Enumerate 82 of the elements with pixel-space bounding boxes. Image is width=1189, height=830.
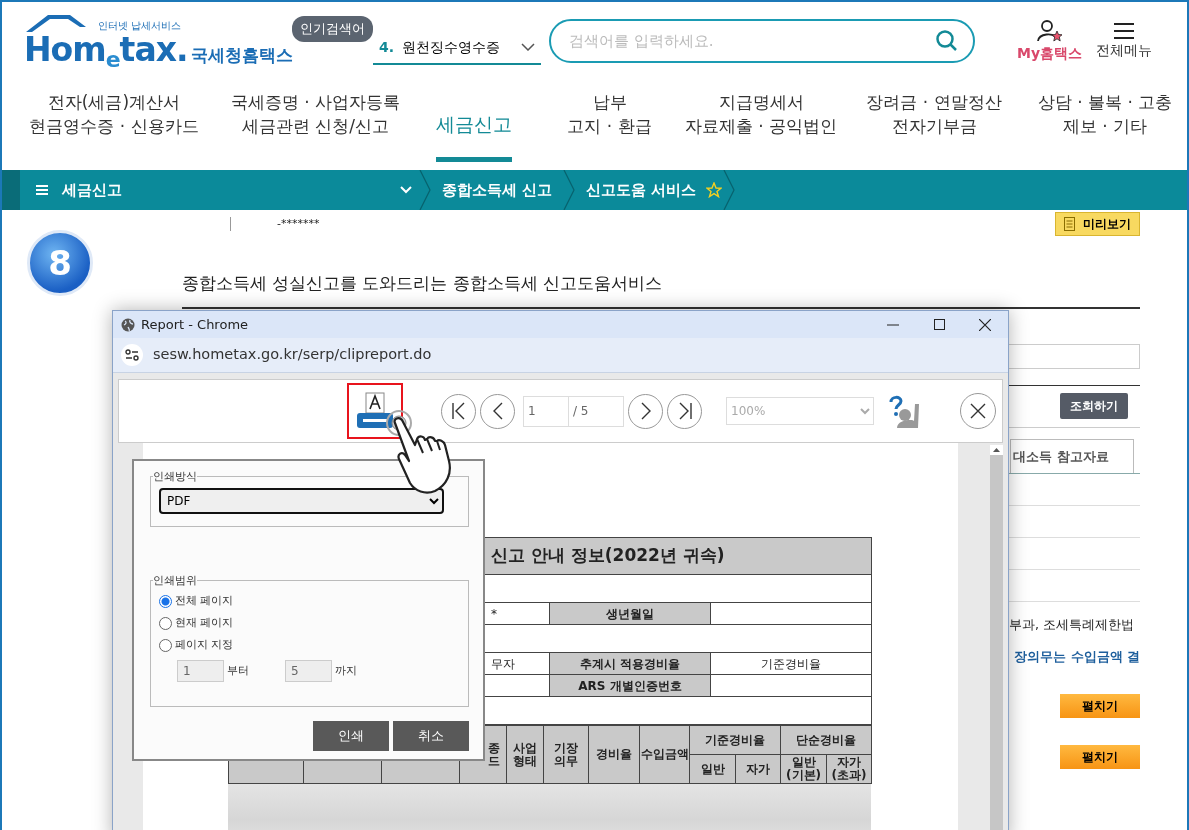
last-page-button[interactable]: [667, 393, 702, 429]
menu-tab[interactable]: 전자(세금)계산서 현금영수증 · 신용카드: [29, 89, 199, 151]
full-menu-button[interactable]: 전체메뉴: [1096, 21, 1153, 61]
search-button[interactable]: 조회하기: [1060, 393, 1128, 420]
breadcrumb-separator: [418, 170, 432, 210]
search-icon[interactable]: [935, 29, 959, 53]
scroll-up-icon[interactable]: [990, 445, 1003, 455]
close-viewer-button[interactable]: [960, 393, 996, 429]
print-button[interactable]: [347, 383, 403, 439]
page-total: / 5: [568, 395, 624, 427]
minimize-icon: [887, 323, 899, 326]
menu-tab[interactable]: 지급명세서 자료제출 · 공익법인: [684, 89, 838, 151]
preview-button[interactable]: 미리보기: [1055, 212, 1140, 236]
printer-icon: [355, 392, 395, 430]
logo-text[interactable]: Hom$_{e}$tax.: [24, 33, 188, 67]
table-header-cell: ARS 개별인증번호: [549, 674, 711, 697]
popular-search-dropdown[interactable]: 4. 원천징수영수증: [373, 31, 541, 65]
dialog-button[interactable]: 인쇄: [313, 721, 389, 751]
table-header-cell: 기장 의무: [543, 725, 589, 784]
section-menu-dropdown[interactable]: 세금신고: [20, 177, 418, 203]
window-title: Report - Chrome: [141, 315, 250, 334]
search-field[interactable]: 검색어를 입력하세요.: [549, 19, 975, 63]
maximize-icon: [933, 319, 945, 330]
first-page-button[interactable]: [441, 393, 476, 429]
table-header-cell: 수입금액: [639, 725, 690, 784]
menu-tab[interactable]: 상담 · 불복 · 고충 제보 · 기타: [1037, 89, 1173, 151]
print-range-legend: 인쇄범위: [153, 575, 197, 586]
logo-name[interactable]: 국세청홈택스: [191, 43, 294, 69]
close-icon: [970, 403, 986, 419]
my-hometax-link[interactable]: My홈택스: [1017, 18, 1083, 64]
user-star-icon: [1036, 18, 1063, 43]
chevron-right-icon: [640, 402, 651, 420]
table-header-cell: 경비율: [588, 725, 640, 784]
dialog-button[interactable]: 취소: [393, 721, 469, 751]
print-method-legend: 인쇄방식: [153, 471, 197, 482]
next-page-button[interactable]: [628, 393, 663, 429]
masked-id-text: -*******: [277, 215, 320, 232]
close-icon: [979, 318, 991, 331]
note-text: 부과, 조세특례제한법: [1009, 615, 1134, 634]
table-header-cell: 사업 형태: [506, 725, 544, 784]
logo-subtitle: 인터넷 납세서비스: [98, 19, 182, 34]
breadcrumb-link[interactable]: 종합소득세 신고: [432, 178, 563, 202]
menu-tab[interactable]: 세금신고: [435, 111, 512, 151]
input-field[interactable]: [1008, 343, 1140, 369]
chevron-down-icon: [400, 186, 412, 194]
radio-button[interactable]: [159, 616, 172, 630]
radio-button[interactable]: [159, 594, 172, 608]
print-method-select[interactable]: PDF: [159, 488, 444, 514]
menu-tab[interactable]: 국세증명 · 사업자등록 세금관련 신청/신고: [230, 89, 401, 151]
page-number-field[interactable]: 1: [523, 395, 568, 427]
breadcrumb-link[interactable]: 신고도움 서비스: [576, 178, 707, 202]
globe-icon: [121, 317, 135, 332]
note-link[interactable]: 장의무는 수입금액 결: [1014, 647, 1140, 667]
menu-tab[interactable]: 장려금 · 연말정산 전자기부금: [866, 89, 1002, 151]
breadcrumb-separator: [722, 170, 737, 210]
scrollbar[interactable]: [990, 447, 1003, 830]
table-header-cell: 생년월일: [549, 602, 711, 625]
menu-icon: [1113, 21, 1136, 40]
chevron-down-icon: [521, 43, 535, 51]
section-heading: 종합소득세 성실신고를 도와드리는 종합소득세 신고도움서비스: [182, 273, 663, 295]
chevron-left-icon: [492, 402, 503, 420]
document-icon: [1064, 217, 1075, 231]
popular-search-label: 인기검색어: [292, 16, 373, 42]
site-settings-icon[interactable]: [121, 344, 143, 366]
tab[interactable]: 대소득 참고자료: [1010, 438, 1134, 473]
menu-icon: [36, 185, 48, 195]
first-page-icon: [450, 402, 467, 420]
menu-tab[interactable]: 납부 고지 · 환급: [567, 89, 652, 151]
table-cell: 기준경비율: [710, 652, 872, 675]
breadcrumb-strip: [2, 170, 20, 210]
url-text[interactable]: sesw.hometax.go.kr/serp/clipreport.do: [153, 344, 432, 366]
expand-button[interactable]: 펼치기: [1060, 694, 1140, 719]
table-header-cell: 기준경비율: [689, 725, 781, 755]
table-header-cell: 추계시 적용경비율: [549, 652, 711, 675]
star-outline-icon[interactable]: [706, 182, 723, 198]
previous-page-button[interactable]: [480, 393, 515, 429]
radio-button[interactable]: [159, 638, 172, 652]
expand-button[interactable]: 펼치기: [1060, 745, 1140, 770]
table-header-cell: 단순경비율: [780, 725, 872, 755]
radio-label: 페이지 지정: [175, 636, 234, 653]
step-badge: 8: [27, 230, 93, 296]
breadcrumb-separator: [562, 170, 577, 210]
